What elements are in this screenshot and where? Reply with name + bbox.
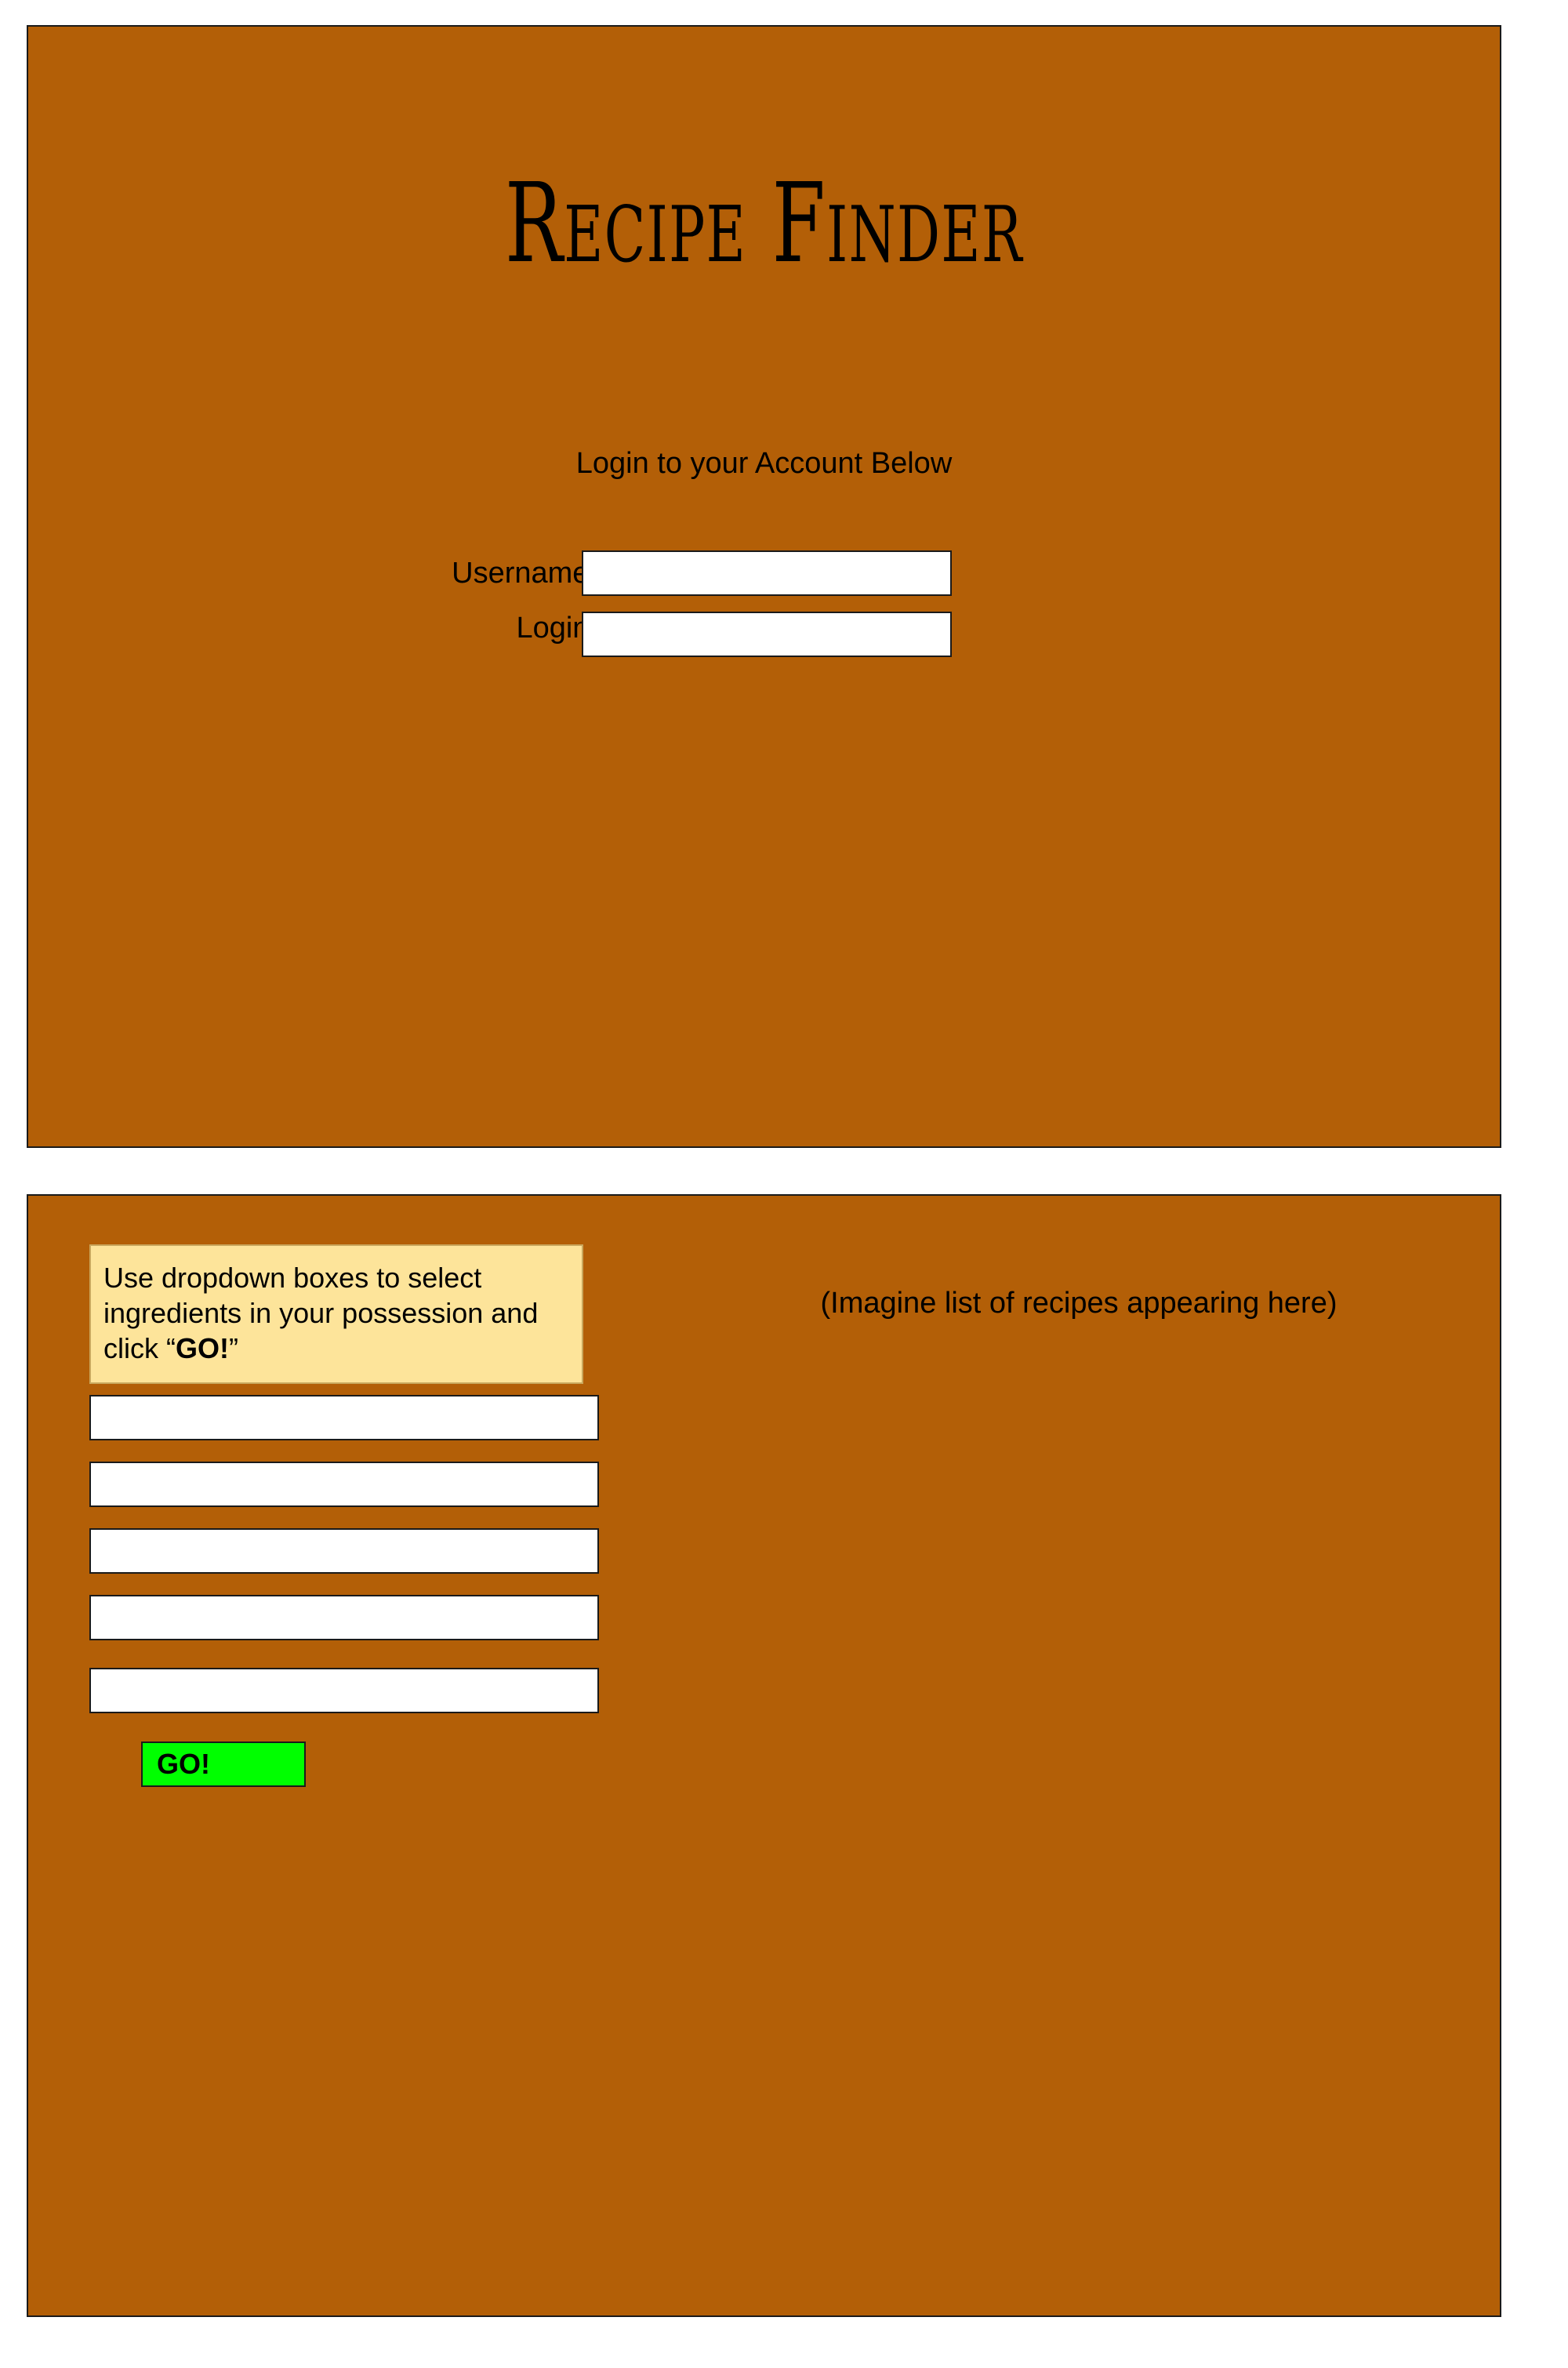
username-label: Username: — [452, 557, 597, 590]
login-prompt: Login to your Account Below — [575, 447, 953, 480]
login-label: Login: — [516, 612, 597, 645]
login-panel: Recipe Finder Login to your Account Belo… — [27, 25, 1501, 1148]
recipes-placeholder: (Imagine list of recipes appearing here) — [820, 1287, 1338, 1320]
instructions-close-quote: ” — [229, 1332, 238, 1364]
ingredient-dropdown-4[interactable] — [89, 1595, 599, 1640]
instructions-go-text: GO! — [176, 1332, 229, 1364]
ingredient-dropdown-5[interactable] — [89, 1668, 599, 1713]
finder-panel: Use dropdown boxes to select ingredients… — [27, 1194, 1501, 2317]
instructions-box: Use dropdown boxes to select ingredients… — [89, 1244, 583, 1384]
app-title: Recipe Finder — [505, 160, 1023, 288]
login-input[interactable] — [582, 612, 952, 657]
go-button[interactable]: GO! — [141, 1741, 306, 1787]
instructions-text: Use dropdown boxes to select ingredients… — [103, 1262, 539, 1364]
ingredient-dropdown-2[interactable] — [89, 1462, 599, 1507]
ingredient-dropdown-1[interactable] — [89, 1395, 599, 1440]
ingredient-dropdown-3[interactable] — [89, 1528, 599, 1574]
username-input[interactable] — [582, 550, 952, 596]
